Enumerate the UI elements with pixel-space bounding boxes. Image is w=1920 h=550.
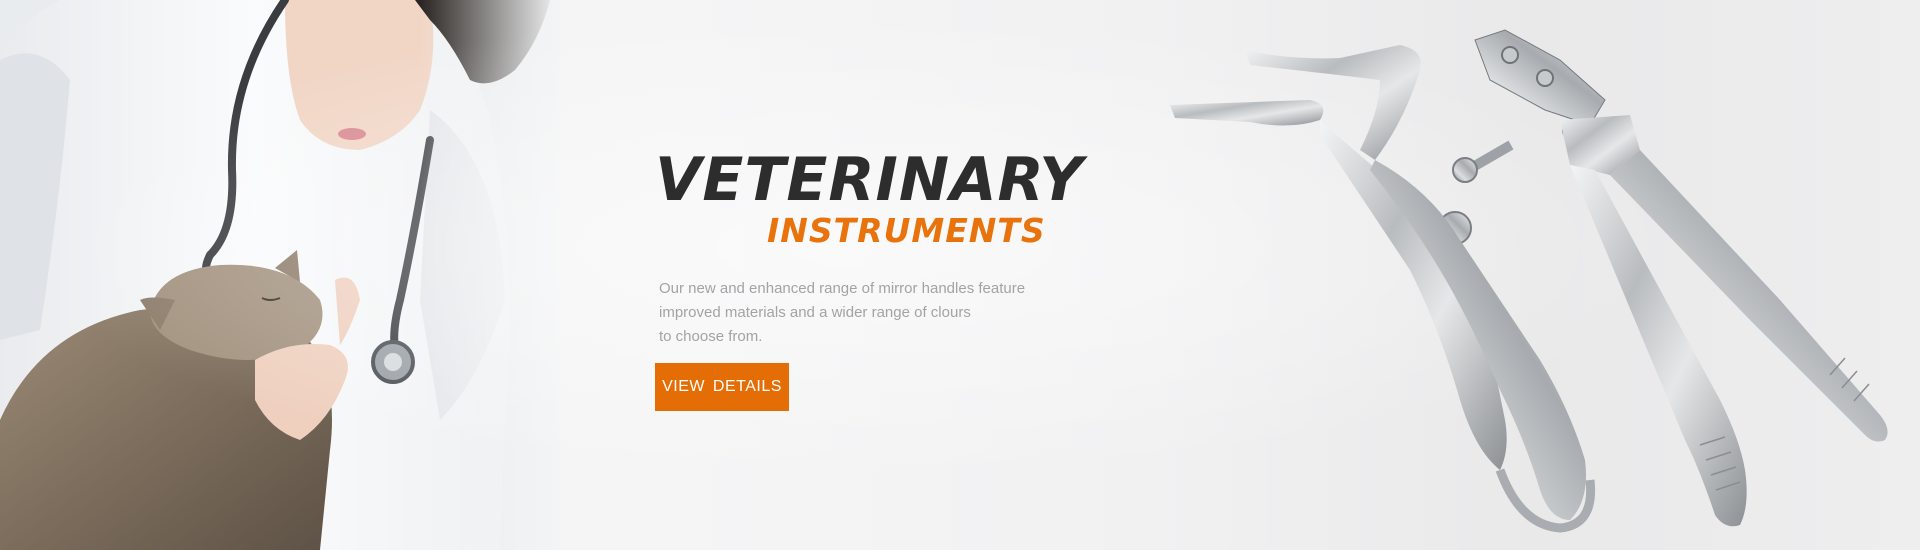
hero-description-line: improved materials and a wider range of … bbox=[659, 304, 971, 321]
veterinarian-with-cat-photo bbox=[0, 0, 560, 550]
hero-content: VETERINARY INSTRUMENTS Our new and enhan… bbox=[655, 145, 1084, 411]
hero-description: Our new and enhanced range of mirror han… bbox=[659, 277, 1029, 349]
view-details-button[interactable]: VIEW DETAILS bbox=[655, 363, 789, 411]
hero-banner: VETERINARY INSTRUMENTS Our new and enhan… bbox=[0, 0, 1920, 550]
surgical-instruments-photo bbox=[1170, 29, 1888, 533]
hero-title: VETERINARY bbox=[655, 145, 1084, 215]
hero-description-line: to choose from. bbox=[659, 328, 763, 345]
hero-subtitle: INSTRUMENTS bbox=[767, 211, 1046, 250]
hero-description-line: Our new and enhanced range of mirror han… bbox=[659, 280, 1026, 297]
